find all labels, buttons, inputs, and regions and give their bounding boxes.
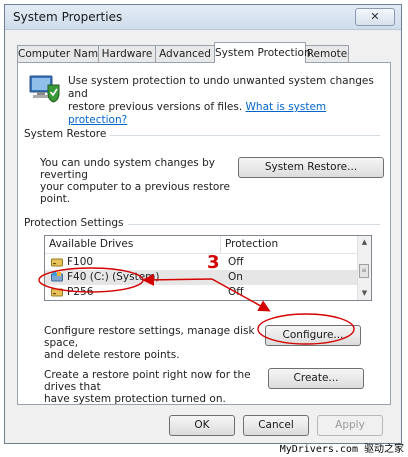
configure-description: Configure restore settings, manage disk …: [44, 325, 274, 361]
drive-icon: [51, 258, 63, 267]
drive-name: F40 (C:) (System): [67, 271, 160, 283]
computer-shield-icon: [29, 75, 60, 103]
intro-description: Use system protection to undo unwanted s…: [68, 75, 378, 127]
system-restore-button[interactable]: System Restore...: [238, 157, 384, 178]
drive-protection-status: On: [228, 271, 243, 283]
column-protection[interactable]: Protection: [225, 238, 278, 250]
scroll-thumb[interactable]: ≡: [359, 264, 369, 278]
close-button[interactable]: ✕: [355, 8, 395, 26]
close-icon: ✕: [370, 10, 380, 23]
drive-protection-status: Off: [228, 256, 244, 268]
tab-remote[interactable]: Remote: [305, 45, 349, 62]
tab-advanced[interactable]: Advanced: [155, 45, 215, 62]
configure-desc-line1: Configure restore settings, manage disk …: [44, 325, 255, 349]
intro-text-line1: Use system protection to undo unwanted s…: [68, 75, 374, 100]
drive-row-f100[interactable]: F100 Off: [45, 255, 359, 270]
column-divider: [220, 236, 221, 253]
scroll-up-arrow-icon[interactable]: ▲: [358, 236, 371, 249]
drive-protection-status: Off: [228, 286, 244, 298]
scroll-down-arrow-icon[interactable]: ▼: [358, 287, 371, 300]
ok-button[interactable]: OK: [169, 415, 235, 436]
window-title: System Properties: [13, 10, 123, 24]
drive-row-f40-system[interactable]: F40 (C:) (System) On: [45, 270, 359, 285]
cancel-button[interactable]: Cancel: [243, 415, 309, 436]
drive-row-p256[interactable]: P256 Off: [45, 285, 359, 300]
column-available-drives[interactable]: Available Drives: [49, 238, 133, 250]
drive-icon: [51, 288, 63, 297]
protection-settings-heading: Protection Settings: [24, 217, 128, 229]
configure-desc-line2: and delete restore points.: [44, 349, 180, 361]
tab-hardware[interactable]: Hardware: [98, 45, 156, 62]
create-description: Create a restore point right now for the…: [44, 369, 274, 405]
system-drive-icon: [51, 272, 63, 282]
system-properties-window: System Properties ✕ Computer Name Hardwa…: [4, 4, 402, 444]
apply-button[interactable]: Apply: [317, 415, 383, 436]
drive-name: P256: [67, 286, 94, 298]
drives-scrollbar[interactable]: ▲ ≡ ▼: [357, 236, 371, 300]
drives-list-header: Available Drives Protection: [45, 236, 359, 254]
watermark-text: MyDrivers.com 驱动之家: [279, 444, 404, 455]
available-drives-list[interactable]: Available Drives Protection F100 Off F40…: [44, 235, 372, 301]
create-button[interactable]: Create...: [268, 368, 364, 389]
system-restore-description: You can undo system changes by reverting…: [40, 157, 240, 205]
intro-text-line2: restore previous versions of files.: [68, 101, 243, 113]
system-restore-desc-line1: You can undo system changes by reverting: [40, 157, 215, 181]
create-desc-line2: have system protection turned on.: [44, 393, 226, 405]
title-bar: System Properties ✕: [5, 5, 401, 30]
configure-button[interactable]: Configure...: [265, 325, 361, 346]
create-desc-line1: Create a restore point right now for the…: [44, 369, 251, 393]
tab-computer-name[interactable]: Computer Name: [17, 45, 105, 62]
system-protection-panel: Use system protection to undo unwanted s…: [17, 62, 391, 405]
tab-system-protection[interactable]: System Protection: [214, 42, 311, 63]
drive-name: F100: [67, 256, 94, 268]
system-restore-heading: System Restore: [24, 128, 111, 140]
system-restore-desc-line2: your computer to a previous restore poin…: [40, 181, 230, 205]
